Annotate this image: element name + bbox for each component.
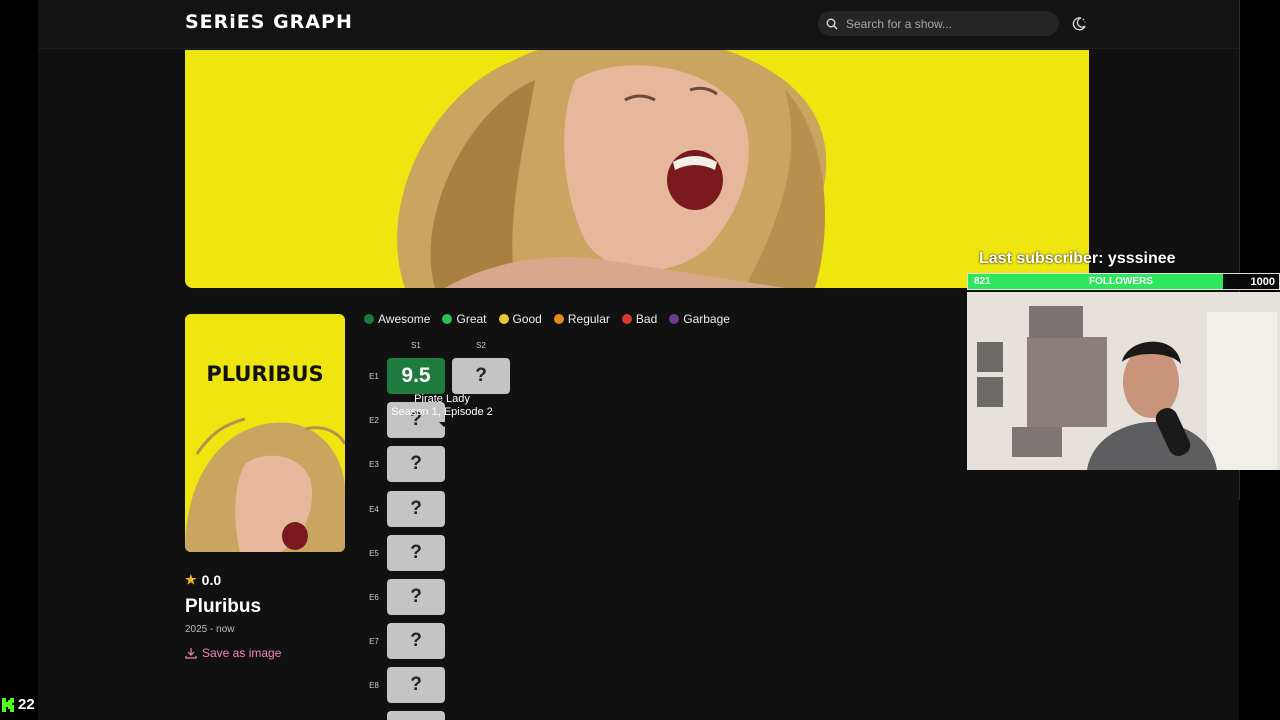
garbage-dot — [669, 314, 680, 324]
regular-dot — [553, 314, 564, 324]
followers-goal-bar: 821 FOLLOWERS 1000 — [967, 273, 1280, 290]
legend-item-bad: Bad — [621, 312, 657, 326]
awesome-dot — [364, 314, 374, 324]
top-navbar: SERiES GRAPH — [38, 0, 1239, 49]
legend-item-regular: Regular — [553, 312, 610, 326]
show-rating: ★ 0.0 — [185, 572, 221, 588]
episode-header-e5: E5 — [369, 549, 379, 558]
show-years: 2025 - now — [185, 624, 235, 635]
save-as-image-button[interactable]: Save as image — [185, 646, 281, 660]
good-dot — [498, 314, 509, 324]
show-banner-image — [185, 50, 1089, 288]
rating-value: 0.0 — [201, 572, 222, 588]
followers-goal: 1000 — [1250, 276, 1275, 288]
search-input[interactable] — [844, 15, 1048, 32]
episode-cell-s1e1[interactable]: 9.5 — [387, 358, 445, 394]
kick-logo-icon — [2, 697, 14, 712]
tooltip-title: Pirate Lady — [414, 393, 470, 405]
viewer-count: 22 — [18, 696, 35, 713]
episode-tooltip: Pirate Lady Season 1, Episode 2 — [380, 393, 504, 419]
tooltip-arrow — [439, 422, 449, 427]
kick-viewer-count: 22 — [2, 696, 35, 713]
download-icon — [185, 648, 197, 659]
search-icon — [826, 18, 838, 29]
season-header-s1: S1 — [411, 341, 421, 350]
rating-legend: Awesome Great Good Regular Bad Garbage — [364, 312, 730, 326]
legend-item-great: Great — [442, 312, 487, 326]
legend-item-awesome: Awesome — [364, 312, 430, 326]
episode-header-e1: E1 — [369, 372, 379, 381]
episode-header-e3: E3 — [369, 460, 379, 469]
episode-cell-s1e3[interactable]: ? — [387, 446, 445, 482]
episode-cell-s1e5[interactable]: ? — [387, 535, 445, 571]
great-dot — [442, 314, 453, 324]
episode-cell-s1e8[interactable]: ? — [387, 667, 445, 703]
episode-cell-s2e1[interactable]: ? — [452, 358, 510, 394]
episode-header-e4: E4 — [369, 505, 379, 514]
show-title: Pluribus — [185, 596, 262, 617]
followers-count: 821 — [974, 276, 991, 287]
legend-item-garbage: Garbage — [669, 312, 730, 326]
moon-icon[interactable] — [1071, 16, 1087, 32]
season-header-s2: S2 — [476, 341, 486, 350]
episode-header-e8: E8 — [369, 681, 379, 690]
episode-cell-s1e9-partial[interactable] — [387, 711, 445, 720]
legend-item-good: Good — [498, 312, 542, 326]
star-icon: ★ — [185, 572, 197, 587]
episode-cell-s1e7[interactable]: ? — [387, 623, 445, 659]
episode-header-e6: E6 — [369, 593, 379, 602]
followers-label: FOLLOWERS — [1089, 276, 1153, 287]
tooltip-subtitle: Season 1, Episode 2 — [391, 406, 493, 418]
webcam-feed — [967, 292, 1280, 470]
episode-header-e7: E7 — [369, 637, 379, 646]
last-subscriber-label: Last subscriber: ysssinee — [979, 250, 1176, 267]
search-bar[interactable] — [818, 11, 1059, 36]
site-logo[interactable]: SERiES GRAPH — [185, 11, 353, 33]
save-label: Save as image — [202, 646, 282, 660]
show-poster: PLURIBUS — [185, 314, 345, 552]
bad-dot — [621, 314, 632, 324]
episode-cell-s1e6[interactable]: ? — [387, 579, 445, 615]
episode-cell-s1e4[interactable]: ? — [387, 491, 445, 527]
